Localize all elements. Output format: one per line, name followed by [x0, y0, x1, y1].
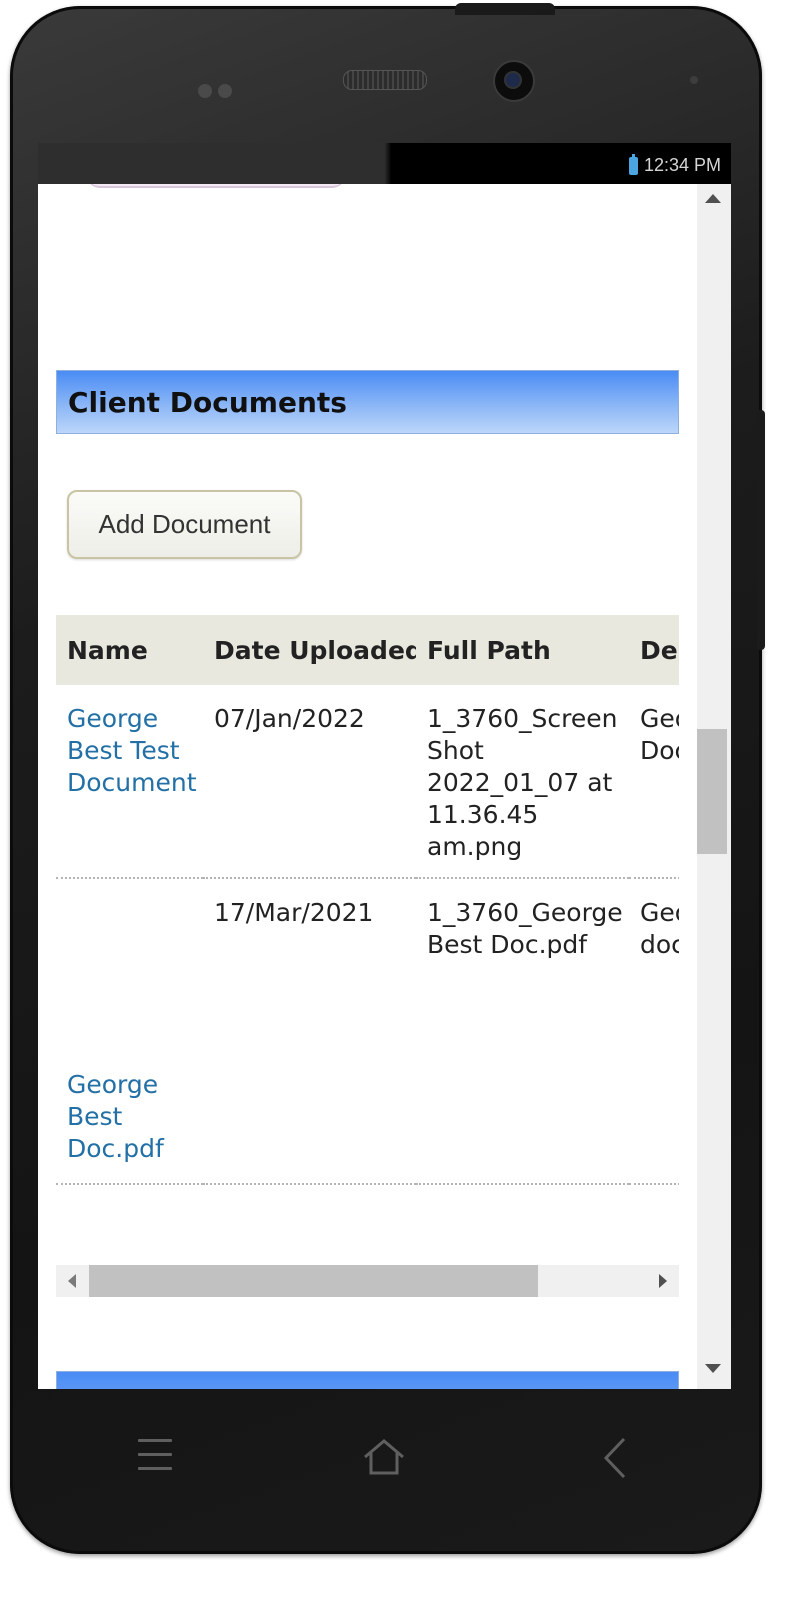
table-header-row: Name Date Uploaded Full Path Des	[56, 615, 679, 685]
back-icon[interactable]	[600, 1435, 630, 1481]
vertical-scrollbar[interactable]	[697, 184, 731, 1389]
vertical-scroll-thumb[interactable]	[697, 729, 727, 854]
previous-section-remnant	[86, 184, 346, 188]
table-row: George Best Test Document 07/Jan/2022 1_…	[56, 685, 679, 879]
cell-name: George Best Doc.pdf	[56, 878, 203, 1185]
column-header-name[interactable]: Name	[56, 615, 203, 685]
phone-side-button	[757, 410, 765, 650]
cell-path: 1_3760_Screen Shot 2022_01_07 at 11.36.4…	[416, 685, 629, 879]
scroll-down-arrow-icon[interactable]	[705, 1364, 721, 1373]
section-header: Client Documents	[56, 370, 679, 434]
documents-table: Name Date Uploaded Full Path Des George …	[56, 615, 679, 1185]
status-time: 12:34 PM	[643, 155, 721, 175]
cell-date: 07/Jan/2022	[203, 685, 416, 879]
cell-date: 17/Mar/2021	[203, 878, 416, 1185]
scroll-up-arrow-icon[interactable]	[705, 194, 721, 203]
cell-description: Geo Bes doc 010	[629, 878, 679, 1185]
section-title: Client Documents	[68, 385, 347, 419]
proximity-sensor	[690, 76, 698, 84]
front-sensors	[198, 83, 238, 102]
phone-top-button	[455, 3, 555, 15]
horizontal-scrollbar[interactable]	[56, 1265, 679, 1297]
column-header-description[interactable]: Des	[629, 615, 679, 685]
add-document-button[interactable]: Add Document	[67, 490, 302, 559]
menu-icon[interactable]	[138, 1439, 172, 1481]
scroll-right-arrow-icon[interactable]	[659, 1274, 667, 1288]
status-bar: 12:34 PM	[38, 143, 731, 184]
column-header-date-uploaded[interactable]: Date Uploaded	[203, 615, 416, 685]
document-link[interactable]: George Best Doc.pdf	[67, 1069, 203, 1165]
table-row: George Best Doc.pdf 17/Mar/2021 1_3760_G…	[56, 878, 679, 1185]
document-link[interactable]: George Best Test Document	[67, 704, 197, 797]
earpiece-speaker	[343, 70, 427, 90]
home-icon[interactable]	[361, 1437, 407, 1477]
page-content: Client Documents Add Document Name Date …	[56, 370, 679, 1185]
cell-description: Geo Bes Doc	[629, 685, 679, 879]
cell-name: George Best Test Document	[56, 685, 203, 879]
front-camera-icon	[493, 60, 535, 102]
battery-icon	[628, 153, 638, 175]
column-header-full-path[interactable]: Full Path	[416, 615, 629, 685]
next-section-header	[56, 1371, 679, 1389]
documents-table-container: Name Date Uploaded Full Path Des George …	[56, 615, 679, 1195]
scroll-left-arrow-icon[interactable]	[68, 1274, 76, 1288]
cell-path: 1_3760_George Best Doc.pdf	[416, 878, 629, 1185]
horizontal-scroll-thumb[interactable]	[89, 1265, 538, 1297]
screen: Client Documents Add Document Name Date …	[38, 184, 731, 1389]
android-nav-bar	[38, 1389, 731, 1529]
